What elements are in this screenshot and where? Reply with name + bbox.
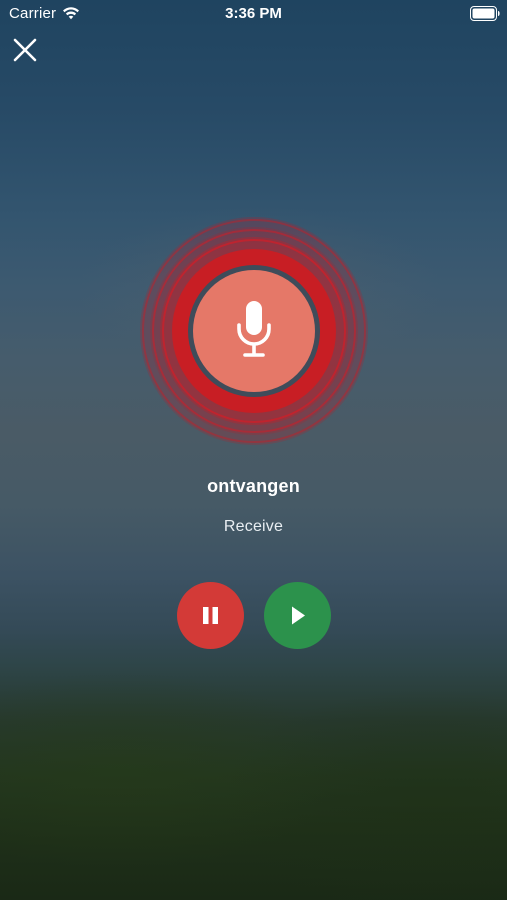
status-time: 3:36 PM: [225, 5, 282, 22]
status-bar: Carrier 3:36 PM: [0, 0, 507, 28]
battery-icon: [470, 6, 500, 21]
pause-icon: [203, 607, 218, 624]
microphone-icon: [237, 301, 271, 357]
word-label: ontvangen: [207, 476, 300, 496]
blurred-background: [0, 0, 507, 900]
translation-label: Receive: [223, 518, 284, 535]
play-button[interactable]: [264, 582, 331, 649]
close-icon[interactable]: [11, 36, 39, 64]
recording-indicator: [138, 215, 370, 447]
microphone-button[interactable]: [193, 270, 315, 392]
pause-button[interactable]: [177, 582, 244, 649]
play-icon: [292, 606, 305, 625]
